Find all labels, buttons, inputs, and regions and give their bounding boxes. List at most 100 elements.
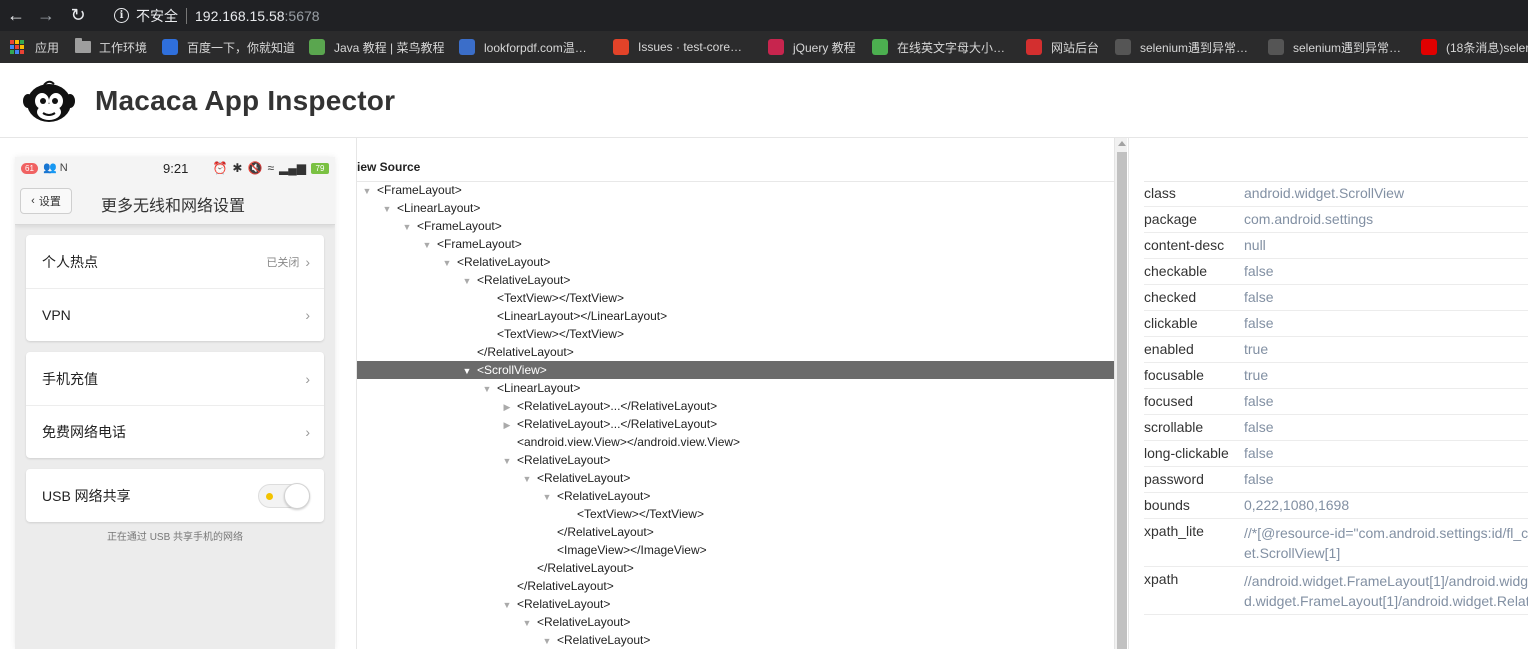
tree-node[interactable]: ▼ <RelativeLayout> [357, 595, 1114, 613]
attribute-value[interactable]: null [1244, 233, 1266, 258]
attribute-row: class android.widget.ScrollView [1144, 181, 1528, 207]
security-label[interactable]: 不安全 [136, 6, 178, 26]
expanded-triangle-icon[interactable]: ▼ [517, 470, 537, 488]
expanded-triangle-icon[interactable]: ▼ [397, 218, 417, 236]
url-port[interactable]: :5678 [285, 8, 320, 24]
address-bar[interactable]: i 不安全 192.168.15.58:5678 [104, 3, 1528, 28]
tree-node[interactable]: ▶ <RelativeLayout>...</RelativeLayout> [357, 415, 1114, 433]
expanded-triangle-icon[interactable]: ▼ [417, 236, 437, 254]
attribute-value[interactable]: //android.widget.FrameLayout[1]/android.… [1244, 567, 1528, 614]
bookmark-item[interactable]: 工作环境 [75, 31, 147, 63]
bookmark-item[interactable]: jQuery 教程 [768, 31, 856, 63]
back-arrow-icon[interactable]: ← [4, 4, 28, 28]
expanded-triangle-icon[interactable]: ▼ [377, 200, 397, 218]
reload-icon[interactable]: ↻ [66, 4, 90, 28]
attribute-value[interactable]: false [1244, 441, 1274, 466]
bookmark-item[interactable]: Issues · test-core… [613, 31, 742, 63]
scroll-thumb[interactable] [1117, 152, 1127, 649]
attribute-value[interactable]: true [1244, 337, 1268, 362]
expanded-triangle-icon[interactable]: ▼ [517, 614, 537, 632]
tree-node[interactable]: ▼ <FrameLayout> [357, 181, 1114, 199]
attribute-value[interactable]: 0,222,1080,1698 [1244, 493, 1349, 518]
tree-node[interactable]: <TextView></TextView> [357, 505, 1114, 523]
tree-node[interactable]: ▼ <RelativeLayout> [357, 613, 1114, 631]
attribute-value[interactable]: com.android.settings [1244, 207, 1373, 232]
attribute-value-line: //android.widget.FrameLayout[1]/android.… [1244, 573, 1528, 589]
tree-node[interactable]: </RelativeLayout> [357, 577, 1114, 595]
bookmark-item[interactable]: Java 教程 | 菜鸟教程 [309, 31, 444, 63]
device-screen-panel: 61 👥 N 9:21 ⏰ ✱ 🔇 ≈ ▂▄▆ 79 ‹ 设置 更多无线和网络设… [0, 138, 355, 649]
attribute-value[interactable]: //*[@resource-id="com.android.settings:i… [1244, 519, 1528, 566]
tree-node[interactable]: <ImageView></ImageView> [357, 541, 1114, 559]
tree-node[interactable]: <LinearLayout></LinearLayout> [357, 307, 1114, 325]
tree-node-label: <RelativeLayout>...</RelativeLayout> [517, 399, 718, 413]
bookmark-item[interactable]: 应用 [10, 31, 59, 63]
bookmark-item[interactable]: 在线英文字母大小… [872, 31, 1005, 63]
tree-node[interactable]: ▼ <RelativeLayout> [357, 631, 1114, 649]
bookmark-item[interactable]: selenium遇到异常… [1115, 31, 1248, 63]
bookmark-item[interactable]: 网站后台 [1026, 31, 1099, 63]
tree-node[interactable]: ▶ <RelativeLayout>...</RelativeLayout> [357, 397, 1114, 415]
bookmark-item[interactable]: (18条消息)seler [1421, 31, 1528, 63]
expanded-triangle-icon[interactable]: ▼ [497, 596, 517, 614]
expanded-triangle-icon[interactable]: ▼ [537, 488, 557, 506]
attribute-value[interactable]: false [1244, 285, 1274, 310]
attribute-value[interactable]: false [1244, 389, 1274, 414]
expanded-triangle-icon[interactable]: ▼ [537, 632, 557, 649]
settings-row-free-call[interactable]: 免费网络电话 › [26, 405, 324, 458]
collapsed-triangle-icon[interactable]: ▶ [497, 398, 517, 416]
tree-node[interactable]: ▼ <RelativeLayout> [357, 271, 1114, 289]
url-host[interactable]: 192.168.15.58 [195, 8, 285, 24]
attribute-key: checkable [1144, 263, 1208, 279]
bookmark-item[interactable]: selenium遇到异常… [1268, 31, 1401, 63]
tree-node[interactable]: ▼ <ScrollView> [357, 361, 1114, 379]
tree-scrollbar[interactable] [1114, 138, 1127, 649]
expanded-triangle-icon[interactable]: ▼ [357, 182, 377, 200]
tree-node[interactable]: </RelativeLayout> [357, 343, 1114, 361]
tree-node[interactable]: ▼ <FrameLayout> [357, 235, 1114, 253]
expanded-triangle-icon[interactable]: ▼ [497, 452, 517, 470]
bookmark-item[interactable]: 百度一下，你就知道 [162, 31, 295, 63]
tree-node[interactable]: </RelativeLayout> [357, 523, 1114, 541]
tree-node[interactable]: ▼ <RelativeLayout> [357, 487, 1114, 505]
tree-node[interactable]: ▼ <FrameLayout> [357, 217, 1114, 235]
attribute-value[interactable]: false [1244, 467, 1274, 492]
forward-arrow-icon[interactable]: → [34, 4, 58, 28]
device-screenshot[interactable]: 61 👥 N 9:21 ⏰ ✱ 🔇 ≈ ▂▄▆ 79 ‹ 设置 更多无线和网络设… [15, 157, 335, 649]
settings-row-recharge[interactable]: 手机充值 › [26, 352, 324, 405]
attribute-value[interactable]: android.widget.ScrollView [1244, 181, 1404, 206]
tree-node[interactable]: ▼ <RelativeLayout> [357, 469, 1114, 487]
attribute-value[interactable]: true [1244, 363, 1268, 388]
tree-node[interactable]: <TextView></TextView> [357, 325, 1114, 343]
info-icon[interactable]: i [114, 8, 129, 23]
tree-node[interactable]: ▼ <LinearLayout> [357, 379, 1114, 397]
tree-node[interactable]: <android.view.View></android.view.View> [357, 433, 1114, 451]
bookmark-label: 应用 [35, 40, 60, 55]
tree-node-label: <RelativeLayout> [557, 489, 651, 503]
settings-row-vpn[interactable]: VPN › [26, 288, 324, 341]
attribute-value[interactable]: false [1244, 311, 1274, 336]
usb-tethering-toggle[interactable] [258, 482, 310, 509]
usb-tethering-note: 正在通过 USB 共享手机的网络 [106, 532, 244, 543]
tree-node[interactable]: ▼ <RelativeLayout> [357, 451, 1114, 469]
tree-node[interactable]: <TextView></TextView> [357, 289, 1114, 307]
tree-node[interactable]: </RelativeLayout> [357, 559, 1114, 577]
settings-row-hotspot[interactable]: 个人热点 已关闭 › [26, 235, 324, 288]
collapsed-triangle-icon[interactable]: ▶ [497, 416, 517, 434]
bookmark-item[interactable]: lookforpdf.com温… [459, 31, 587, 63]
tree-node[interactable]: ▼ <LinearLayout> [357, 199, 1114, 217]
settings-row-usb-tethering[interactable]: USB 网络共享 [26, 469, 324, 522]
attribute-value[interactable]: false [1244, 415, 1274, 440]
phone-back-button[interactable]: ‹ 设置 [20, 188, 72, 214]
attribute-value[interactable]: false [1244, 259, 1274, 284]
tree-node-label: <RelativeLayout> [537, 615, 631, 629]
tree-node[interactable]: ▼ <RelativeLayout> [357, 253, 1114, 271]
tree-node-label: <FrameLayout> [377, 183, 462, 197]
attribute-key: focused [1144, 393, 1194, 409]
expanded-triangle-icon[interactable]: ▼ [457, 272, 477, 290]
expanded-triangle-icon[interactable]: ▼ [437, 254, 457, 272]
expanded-triangle-icon[interactable]: ▼ [477, 380, 497, 398]
chevron-right-icon: › [305, 424, 310, 440]
expanded-triangle-icon[interactable]: ▼ [457, 362, 477, 380]
scroll-up-arrow-icon[interactable] [1118, 141, 1126, 146]
